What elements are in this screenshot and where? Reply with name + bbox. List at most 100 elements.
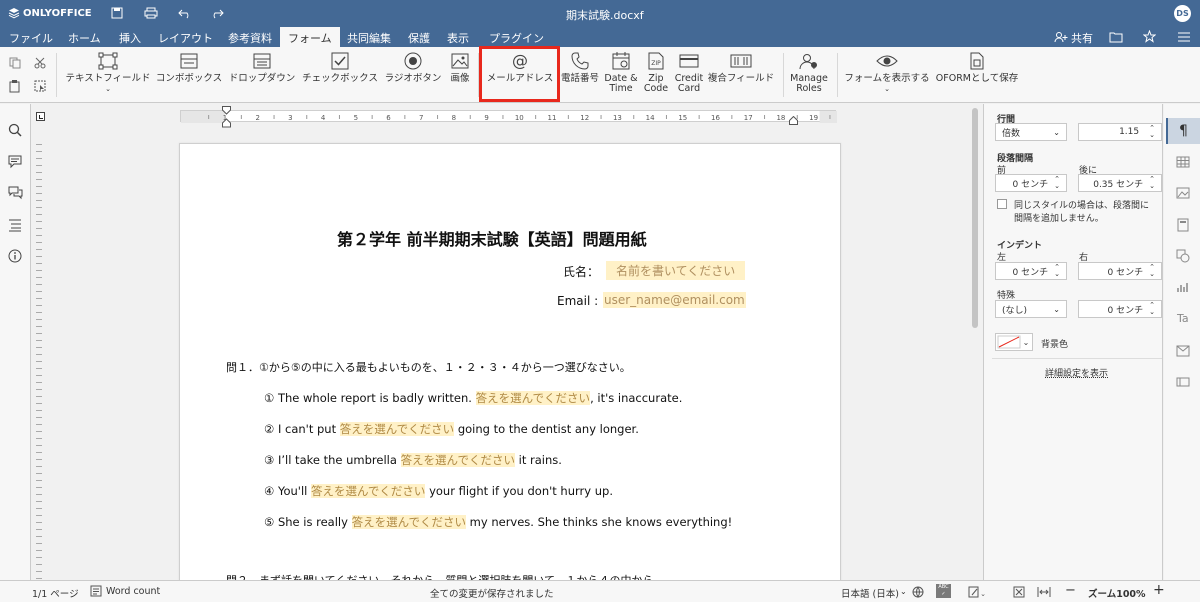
spinner-icon: ⌃ ⌄: [1149, 124, 1155, 139]
track-changes-icon[interactable]: ⌄: [968, 586, 986, 601]
ruler-number: 4: [321, 114, 326, 122]
save-icon[interactable]: [111, 7, 123, 19]
redo-icon[interactable]: [210, 7, 224, 19]
spacing-before-input[interactable]: 0 センチ ⌃ ⌄: [995, 174, 1067, 192]
table-settings-icon[interactable]: [1176, 156, 1190, 171]
user-avatar[interactable]: DS: [1174, 5, 1191, 22]
mail-merge-icon[interactable]: [1176, 345, 1190, 360]
right-indent-marker-icon[interactable]: [789, 115, 798, 128]
first-line-indent-marker-icon[interactable]: [222, 106, 231, 131]
answer-dropdown-field[interactable]: 答えを選んでください: [400, 453, 515, 467]
indent-right-input[interactable]: 0 センチ ⌃ ⌄: [1078, 262, 1162, 280]
ruler-number: 8: [452, 114, 456, 122]
document-page[interactable]: 第２学年 前半期期末試験【英語】問題用紙 氏名： 名前を書いてください Emai…: [179, 143, 841, 587]
tab-insert[interactable]: 挿入: [119, 30, 141, 46]
email-field[interactable]: user_name@email.com: [603, 292, 746, 308]
view-form-button[interactable]: フォームを表示する ⌄: [844, 51, 930, 101]
tab-forms[interactable]: フォーム: [280, 27, 340, 47]
copy-icon[interactable]: [9, 57, 21, 69]
image-settings-icon[interactable]: [1176, 187, 1190, 202]
undo-icon[interactable]: [178, 7, 192, 19]
complex-field-button[interactable]: 複合フィールド: [708, 51, 774, 101]
ruler-number: 19: [809, 114, 818, 122]
fit-to-width-icon[interactable]: [1037, 586, 1051, 601]
tab-protection[interactable]: 保護: [408, 30, 430, 46]
answer-dropdown-field[interactable]: 答えを選んでください: [475, 391, 591, 405]
tab-view[interactable]: 表示: [447, 30, 469, 46]
print-icon[interactable]: [144, 7, 158, 19]
ruler-number: 14: [646, 114, 655, 122]
word-count-button[interactable]: Word count: [106, 586, 160, 597]
open-location-icon[interactable]: [1109, 31, 1123, 43]
paste-icon[interactable]: [9, 80, 21, 93]
background-color-picker[interactable]: ⌄: [995, 333, 1033, 351]
checkbox-button[interactable]: チェックボックス: [302, 51, 378, 101]
combo-box-button[interactable]: コンボボックス: [156, 51, 222, 101]
tab-home[interactable]: ホーム: [68, 30, 101, 46]
about-info-icon[interactable]: [8, 249, 22, 266]
text-art-settings-icon[interactable]: Ta: [1176, 311, 1190, 328]
tab-collaboration[interactable]: 共同編集: [347, 30, 391, 46]
dropdown-button[interactable]: ドロップダウン: [229, 51, 295, 101]
zoom-level[interactable]: ズーム100%: [1088, 586, 1146, 600]
spacing-after-input[interactable]: 0.35 センチ ⌃ ⌄: [1078, 174, 1162, 192]
image-button[interactable]: 画像: [448, 51, 472, 101]
chevron-down-icon[interactable]: ⌄: [900, 587, 907, 596]
credit-card-button[interactable]: Credit Card: [673, 51, 705, 101]
chat-icon[interactable]: [8, 186, 23, 203]
indent-left-input[interactable]: 0 センチ ⌃ ⌄: [995, 262, 1067, 280]
favorite-star-icon[interactable]: [1143, 30, 1156, 43]
ruler-number: 6: [386, 114, 391, 122]
cut-icon[interactable]: [34, 57, 46, 69]
document-language-globe-icon[interactable]: [912, 586, 924, 601]
advanced-settings-link[interactable]: 詳細設定を表示: [1045, 366, 1108, 379]
save-as-oform-button[interactable]: OFORMとして保存: [936, 51, 1018, 101]
special-indent-select[interactable]: (なし) ⌄: [995, 300, 1067, 318]
date-time-button[interactable]: Date & Time: [604, 51, 638, 101]
select-all-icon[interactable]: [34, 80, 46, 92]
zip-code-button[interactable]: ZIP Zip Code: [643, 51, 669, 101]
line-spacing-value-input[interactable]: 1.15 ⌃ ⌄: [1078, 123, 1162, 141]
ruler-number: 17: [744, 114, 753, 122]
share-label[interactable]: 共有: [1071, 30, 1093, 46]
vertical-ruler[interactable]: [31, 104, 48, 580]
manage-roles-button[interactable]: Manage Roles: [790, 51, 828, 101]
name-field[interactable]: 名前を書いてください: [606, 261, 746, 280]
navigation-headings-icon[interactable]: [8, 218, 22, 235]
radio-button-button[interactable]: ラジオボタン: [384, 51, 442, 101]
tab-references[interactable]: 参考資料: [228, 30, 272, 46]
fit-to-page-icon[interactable]: [1013, 586, 1025, 601]
horizontal-ruler[interactable]: 1 2 3 4 5 6 7 8 9 10 11 12 13 14 15 16 17 18 19: [180, 110, 837, 123]
item-text: my nerves. She thinks she knows everythi…: [466, 515, 733, 529]
phone-number-button[interactable]: 電話番号: [561, 51, 599, 101]
special-indent-input[interactable]: 0 センチ ⌃ ⌄: [1078, 300, 1162, 318]
share-icon[interactable]: [1054, 31, 1068, 43]
same-style-checkbox[interactable]: [997, 199, 1007, 209]
vertical-scrollbar[interactable]: [969, 104, 981, 580]
more-menu-icon[interactable]: [1177, 31, 1191, 43]
header-footer-settings-icon[interactable]: [1176, 218, 1190, 235]
vertical-ruler-ticks: [36, 144, 42, 580]
shape-settings-icon[interactable]: [1176, 249, 1190, 266]
zoom-in-button[interactable]: +: [1153, 582, 1165, 598]
tab-stop-selector-icon[interactable]: [36, 112, 45, 121]
form-settings-icon[interactable]: [1176, 376, 1190, 391]
answer-dropdown-field[interactable]: 答えを選んでください: [351, 515, 467, 529]
question-1-item-4: ④ You'll 答えを選んでください your flight if you d…: [264, 483, 613, 499]
answer-dropdown-field[interactable]: 答えを選んでください: [311, 484, 426, 498]
zoom-out-button[interactable]: −: [1065, 583, 1076, 598]
page-indicator[interactable]: 1/1 ページ: [32, 586, 79, 600]
text-field-button[interactable]: テキストフィールド ⌄: [65, 51, 151, 101]
tab-file[interactable]: ファイル: [9, 30, 53, 46]
chart-settings-icon[interactable]: [1176, 280, 1190, 297]
search-icon[interactable]: [8, 123, 22, 140]
answer-dropdown-field[interactable]: 答えを選んでください: [339, 422, 455, 436]
language-selector[interactable]: 日本語 (日本): [841, 586, 899, 600]
line-spacing-mode-select[interactable]: 倍数 ⌄: [995, 123, 1067, 141]
paragraph-settings-tab[interactable]: ¶: [1166, 118, 1200, 144]
spell-check-icon[interactable]: ABC ✓: [936, 584, 951, 598]
tab-plugins[interactable]: プラグイン: [489, 30, 544, 46]
tab-layout[interactable]: レイアウト: [158, 30, 213, 46]
comments-icon[interactable]: [8, 155, 22, 172]
scrollbar-thumb[interactable]: [972, 108, 978, 328]
